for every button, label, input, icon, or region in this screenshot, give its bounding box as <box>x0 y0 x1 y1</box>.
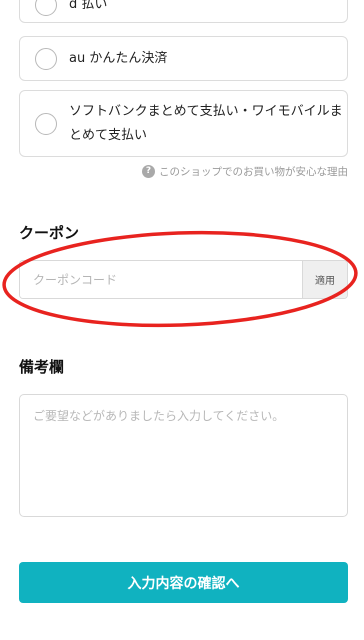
memo-textarea[interactable] <box>19 394 348 517</box>
payment-option-label: au かんたん決済 <box>69 50 168 66</box>
radio-button[interactable] <box>35 112 57 135</box>
confirm-order-button[interactable]: 入力内容の確認へ <box>19 562 348 603</box>
memo-heading: 備考欄 <box>19 358 65 376</box>
question-circle-icon: ? <box>142 165 155 178</box>
radio-button[interactable] <box>35 47 57 70</box>
payment-option-label: d 払い <box>69 0 108 12</box>
payment-option-label: ソフトバンクまとめて支払い・ワイモバイルまとめて支払い <box>69 103 343 143</box>
payment-option-softbank[interactable]: ソフトバンクまとめて支払い・ワイモバイルまとめて支払い <box>19 90 348 157</box>
payment-option-d-barai[interactable]: d 払い <box>19 0 348 23</box>
why-safe-link[interactable]: ? このショップでのお買い物が安心な理由 <box>142 164 348 179</box>
apply-coupon-button[interactable]: 適用 <box>302 261 347 298</box>
why-safe-text: このショップでのお買い物が安心な理由 <box>159 166 348 178</box>
coupon-heading: クーポン <box>19 224 80 242</box>
checkout-page: d 払い au かんたん決済 ソフトバンクまとめて支払い・ワイモバイルまとめて支… <box>0 0 364 640</box>
payment-option-au[interactable]: au かんたん決済 <box>19 36 348 81</box>
radio-button[interactable] <box>35 0 57 16</box>
coupon-field: 適用 <box>19 260 348 299</box>
coupon-code-input[interactable] <box>20 261 302 298</box>
